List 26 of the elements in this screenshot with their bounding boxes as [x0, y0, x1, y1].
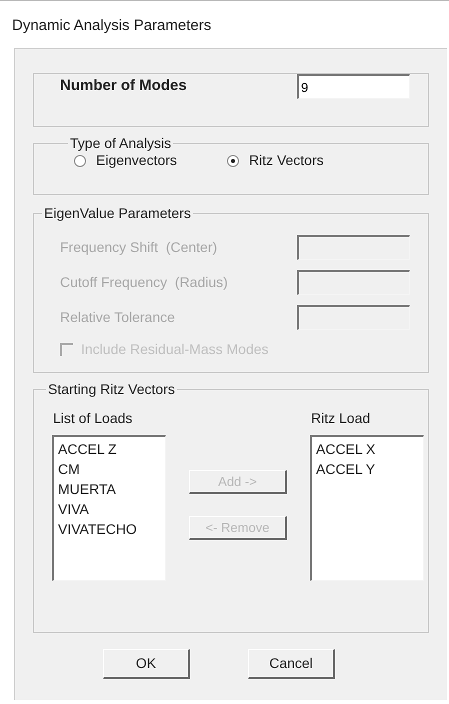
- radio-option[interactable]: Eigenvectors: [74, 150, 177, 171]
- field-label: Frequency Shift (Center): [60, 238, 218, 257]
- list-item[interactable]: ACCEL X: [316, 439, 419, 459]
- field-label: Cutoff Frequency (Radius): [60, 273, 228, 292]
- modes-input[interactable]: 9: [297, 74, 410, 99]
- list-item[interactable]: VIVA: [58, 499, 161, 519]
- list-item[interactable]: VIVATECHO: [58, 519, 161, 539]
- list-title: List of Loads: [53, 409, 134, 428]
- list-item[interactable]: MUERTA: [58, 479, 161, 499]
- group-title: Type of Analysis: [69, 134, 172, 153]
- list-title: Ritz Load: [311, 409, 372, 428]
- modes-label: Number of Modes: [60, 76, 187, 96]
- group-title: EigenValue Parameters: [43, 204, 192, 223]
- group-title: Starting Ritz Vectors: [47, 380, 176, 399]
- list-item[interactable]: ACCEL Z: [58, 439, 161, 459]
- list-box[interactable]: ACCEL Z CM MUERTA VIVA VIVATECHO: [52, 435, 166, 581]
- dialog-button[interactable]: Cancel: [248, 649, 335, 679]
- field-label: Relative Tolerance: [60, 308, 175, 327]
- dialog-button[interactable]: OK: [103, 649, 190, 679]
- list-box[interactable]: ACCEL X ACCEL Y: [310, 435, 424, 581]
- window-title: Dynamic Analysis Parameters: [12, 16, 212, 36]
- list-item[interactable]: ACCEL Y: [316, 459, 419, 479]
- list-item[interactable]: CM: [58, 459, 161, 479]
- radio-icon[interactable]: [226, 154, 239, 166]
- radio-icon[interactable]: [74, 154, 86, 166]
- radio-option[interactable]: Ritz Vectors: [226, 150, 324, 171]
